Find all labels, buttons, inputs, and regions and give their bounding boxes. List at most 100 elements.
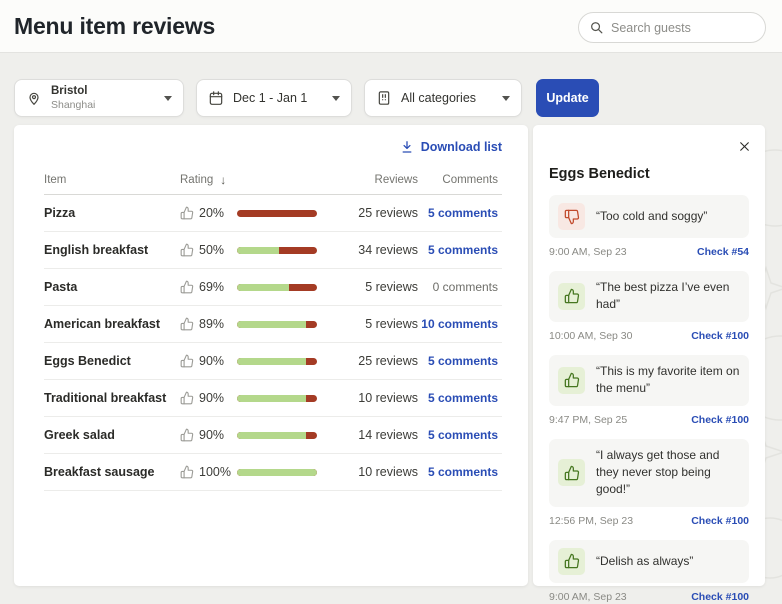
rating-percent: 90% bbox=[199, 391, 232, 405]
reviews-count: 34 reviews bbox=[328, 243, 418, 257]
column-header-item: Item bbox=[44, 174, 180, 186]
rating-percent: 20% bbox=[199, 206, 232, 220]
item-name: Traditional breakfast bbox=[44, 391, 180, 405]
rating-percent: 90% bbox=[199, 428, 232, 442]
comment-card: “I always get those and they never stop … bbox=[549, 439, 749, 507]
rating-bar bbox=[237, 210, 317, 217]
rating-cell: 90% bbox=[180, 428, 328, 442]
item-detail-panel: Eggs Benedict “Too cold and soggy” 9:00 … bbox=[533, 125, 765, 586]
reviews-count: 10 reviews bbox=[328, 465, 418, 479]
comments-link[interactable]: 5 comments bbox=[418, 428, 498, 442]
comment-quote: “Delish as always” bbox=[596, 553, 693, 570]
rating-bar bbox=[237, 395, 317, 402]
comment-quote: “I always get those and they never stop … bbox=[596, 447, 740, 499]
comments-link[interactable]: 5 comments bbox=[418, 354, 498, 368]
comment-quote: “This is my favorite item on the menu” bbox=[596, 363, 740, 398]
comment-card: “Too cold and soggy” bbox=[549, 195, 749, 238]
comment-timestamp: 10:00 AM, Sep 30 bbox=[549, 330, 632, 342]
rating-bar bbox=[237, 247, 317, 254]
column-header-comments: Comments bbox=[418, 174, 498, 186]
table-row[interactable]: Pasta 69% 5 reviews 0 comments bbox=[44, 269, 502, 306]
rating-percent: 90% bbox=[199, 354, 232, 368]
page-title: Menu item reviews bbox=[14, 13, 215, 40]
comments-link[interactable]: 5 comments bbox=[418, 206, 498, 220]
item-name: Greek salad bbox=[44, 428, 180, 442]
download-list-button[interactable]: Download list bbox=[14, 125, 528, 165]
check-link[interactable]: Check #100 bbox=[691, 591, 749, 603]
rating-bar bbox=[237, 284, 317, 291]
table-header-row: Item Rating ↓ Reviews Comments bbox=[44, 165, 502, 195]
item-name: American breakfast bbox=[44, 317, 180, 331]
reviews-table: Item Rating ↓ Reviews Comments Pizza 20%… bbox=[14, 165, 528, 491]
comments-link[interactable]: 10 comments bbox=[418, 317, 498, 331]
table-row[interactable]: Eggs Benedict 90% 25 reviews 5 comments bbox=[44, 343, 502, 380]
comment-card: “The best pizza I’ve even had” bbox=[549, 271, 749, 322]
rating-percent: 100% bbox=[199, 465, 232, 479]
comments-link[interactable]: 5 comments bbox=[418, 243, 498, 257]
chevron-down-icon bbox=[332, 96, 340, 101]
rating-cell: 90% bbox=[180, 391, 328, 405]
sort-descending-icon[interactable]: ↓ bbox=[220, 173, 226, 187]
calendar-icon bbox=[208, 90, 224, 106]
reviews-count: 25 reviews bbox=[328, 206, 418, 220]
item-name: Eggs Benedict bbox=[44, 354, 180, 368]
rating-cell: 90% bbox=[180, 354, 328, 368]
comments-link[interactable]: 5 comments bbox=[418, 391, 498, 405]
comments-link[interactable]: 0 comments bbox=[418, 280, 498, 294]
reviews-count: 5 reviews bbox=[328, 280, 418, 294]
location-pin-icon bbox=[26, 90, 42, 106]
reviews-count: 5 reviews bbox=[328, 317, 418, 331]
update-button[interactable]: Update bbox=[536, 79, 599, 117]
search-input[interactable] bbox=[611, 21, 755, 35]
table-row[interactable]: Traditional breakfast 90% 10 reviews 5 c… bbox=[44, 380, 502, 417]
location-primary: Bristol bbox=[51, 84, 95, 98]
thumb-up-icon bbox=[558, 459, 585, 486]
comment-card: “This is my favorite item on the menu” bbox=[549, 355, 749, 406]
column-header-rating: Rating bbox=[180, 174, 213, 186]
guest-search[interactable] bbox=[578, 12, 766, 43]
check-link[interactable]: Check #100 bbox=[691, 330, 749, 342]
comments-link[interactable]: 5 comments bbox=[418, 465, 498, 479]
reviews-count: 14 reviews bbox=[328, 428, 418, 442]
table-row[interactable]: American breakfast 89% 5 reviews 10 comm… bbox=[44, 306, 502, 343]
thumb-up-icon bbox=[558, 548, 585, 575]
thumb-up-icon bbox=[180, 428, 194, 442]
comment-quote: “Too cold and soggy” bbox=[596, 208, 707, 225]
comment-timestamp: 9:00 AM, Sep 23 bbox=[549, 246, 627, 258]
thumb-up-icon bbox=[180, 243, 194, 257]
item-name: Pasta bbox=[44, 280, 180, 294]
search-icon bbox=[589, 20, 604, 35]
table-row[interactable]: Greek salad 90% 14 reviews 5 comments bbox=[44, 417, 502, 454]
date-range-filter[interactable]: Dec 1 - Jan 1 bbox=[196, 79, 352, 117]
menu-category-icon bbox=[376, 90, 392, 106]
rating-cell: 20% bbox=[180, 206, 328, 220]
column-header-reviews: Reviews bbox=[328, 174, 418, 186]
comment-timestamp: 9:47 PM, Sep 25 bbox=[549, 414, 627, 426]
rating-percent: 50% bbox=[199, 243, 232, 257]
table-row[interactable]: English breakfast 50% 34 reviews 5 comme… bbox=[44, 232, 502, 269]
date-range-value: Dec 1 - Jan 1 bbox=[233, 91, 307, 105]
close-icon[interactable] bbox=[735, 137, 753, 155]
download-label: Download list bbox=[421, 140, 502, 154]
comment-timestamp: 12:56 PM, Sep 23 bbox=[549, 515, 633, 527]
rating-cell: 69% bbox=[180, 280, 328, 294]
rating-bar bbox=[237, 432, 317, 439]
panel-title: Eggs Benedict bbox=[549, 166, 749, 182]
thumb-up-icon bbox=[558, 367, 585, 394]
check-link[interactable]: Check #100 bbox=[691, 414, 749, 426]
rating-bar bbox=[237, 469, 317, 476]
location-filter[interactable]: Bristol Shanghai bbox=[14, 79, 184, 117]
table-row[interactable]: Pizza 20% 25 reviews 5 comments bbox=[44, 195, 502, 232]
category-filter[interactable]: All categories bbox=[364, 79, 522, 117]
category-value: All categories bbox=[401, 91, 476, 105]
chevron-down-icon bbox=[502, 96, 510, 101]
comment-card: “Delish as always” bbox=[549, 540, 749, 583]
check-link[interactable]: Check #54 bbox=[697, 246, 749, 258]
reviews-table-card: Download list Item Rating ↓ Reviews Comm… bbox=[14, 125, 528, 586]
thumb-up-icon bbox=[180, 317, 194, 331]
check-link[interactable]: Check #100 bbox=[691, 515, 749, 527]
thumb-up-icon bbox=[180, 354, 194, 368]
rating-cell: 89% bbox=[180, 317, 328, 331]
thumb-up-icon bbox=[180, 465, 194, 479]
table-row[interactable]: Breakfast sausage 100% 10 reviews 5 comm… bbox=[44, 454, 502, 491]
